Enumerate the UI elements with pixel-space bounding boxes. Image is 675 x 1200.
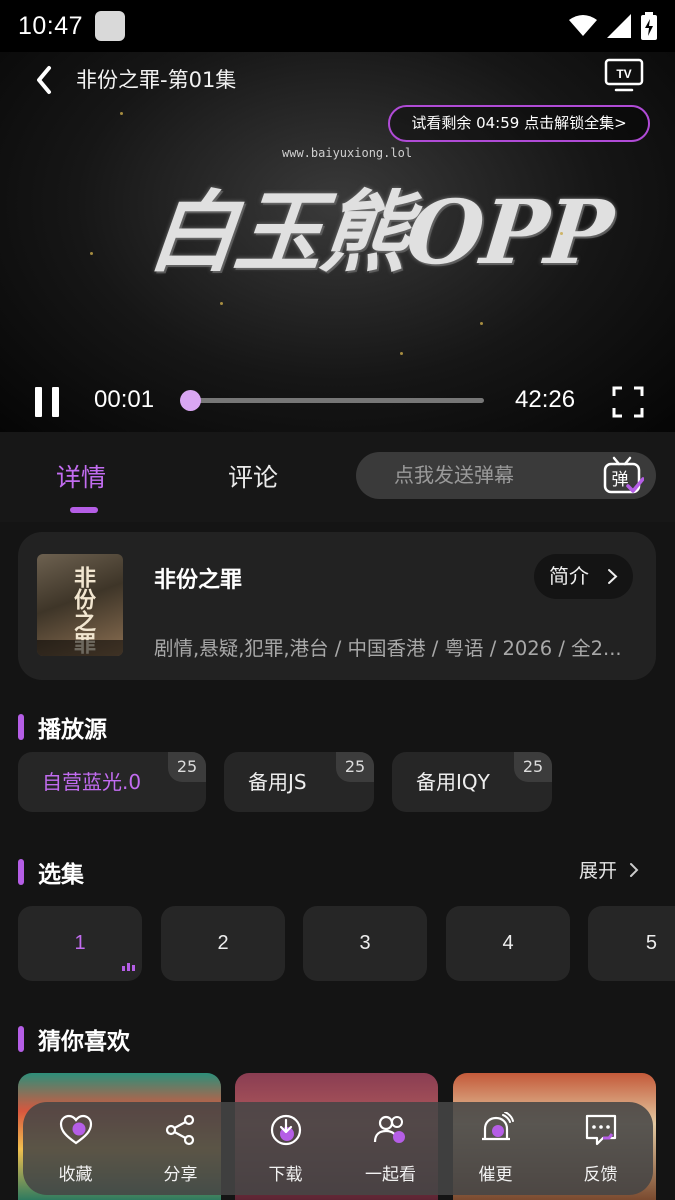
- svg-text:弹: 弹: [612, 470, 629, 490]
- tab-details[interactable]: 详情: [56, 458, 106, 494]
- show-title: 非份之罪: [154, 568, 243, 593]
- tab-active-indicator: [70, 507, 98, 513]
- signal-icon: [607, 14, 631, 38]
- sparkle: [400, 352, 403, 355]
- sources-header: 播放源: [18, 710, 107, 744]
- source-count-badge: 25: [168, 752, 206, 782]
- fullscreen-icon[interactable]: [612, 386, 644, 418]
- chevron-right-icon: [608, 569, 618, 584]
- section-accent-bar: [18, 859, 24, 885]
- urge-update-label: 催更: [478, 1165, 513, 1185]
- chevron-right-icon: [630, 862, 639, 877]
- favorite-label: 收藏: [58, 1165, 93, 1185]
- episode-item-1[interactable]: 1: [18, 906, 142, 981]
- favorite-button[interactable]: 收藏: [23, 1102, 128, 1195]
- feedback-label: 反馈: [583, 1165, 618, 1185]
- sparkle: [90, 252, 93, 255]
- share-label: 分享: [163, 1165, 198, 1185]
- progress-bar[interactable]: [180, 390, 484, 411]
- feedback-icon: [585, 1114, 616, 1146]
- episode-number: 5: [645, 932, 657, 954]
- show-poster[interactable]: 非份之罪: [37, 554, 123, 656]
- source-count-badge: 25: [336, 752, 374, 782]
- recommend-header: 猜你喜欢: [18, 1022, 130, 1056]
- trial-unlock-badge[interactable]: 试看剩余 04:59 点击解锁全集>: [388, 105, 650, 142]
- share-button[interactable]: 分享: [128, 1102, 233, 1195]
- show-meta: 剧情,悬疑,犯罪,港台 / 中国香港 / 粤语 / 2026 / 全2...: [154, 637, 622, 660]
- pause-icon: [35, 387, 42, 417]
- share-icon: [165, 1114, 194, 1146]
- section-accent-bar: [18, 1026, 24, 1052]
- video-player[interactable]: 非份之罪-第01集 TV 试看剩余 04:59 点击解锁全集> www.baiy…: [0, 52, 675, 432]
- status-time: 10:47: [18, 11, 84, 40]
- current-time: 00:01: [94, 386, 155, 413]
- bottom-action-bar: 收藏 分享 下载 一起看 催更 反馈: [23, 1102, 653, 1195]
- source-label: 自营蓝光.0: [42, 770, 142, 794]
- feedback-button[interactable]: 反馈: [548, 1102, 653, 1195]
- recommend-title: 猜你喜欢: [38, 1029, 130, 1055]
- expand-label: 展开: [579, 860, 618, 882]
- sources-title: 播放源: [38, 717, 107, 743]
- section-accent-bar: [18, 714, 24, 740]
- show-info-card: 非份之罪 非份之罪 简介 剧情,悬疑,犯罪,港台 / 中国香港 / 粤语 / 2…: [18, 532, 656, 680]
- intro-label: 简介: [549, 564, 589, 588]
- sparkle: [220, 302, 223, 305]
- intro-button[interactable]: 简介: [534, 554, 633, 599]
- episode-number: 2: [217, 932, 229, 954]
- status-indicators: [569, 12, 657, 40]
- danmaku-icon[interactable]: 弹: [602, 456, 644, 496]
- wifi-icon: [569, 15, 597, 36]
- cast-tv-icon[interactable]: TV: [604, 58, 644, 92]
- watch-together-button[interactable]: 一起看: [338, 1102, 443, 1195]
- video-logo: 白玉熊OPP: [143, 180, 616, 284]
- episodes-header: 选集: [18, 855, 84, 889]
- battery-icon: [641, 12, 657, 40]
- sparkle: [120, 112, 123, 115]
- source-label: 备用IQY: [416, 770, 490, 794]
- source-count-badge: 25: [514, 752, 552, 782]
- now-playing-icon: [122, 961, 136, 971]
- episodes-title: 选集: [38, 862, 84, 888]
- source-chip-selfhosted[interactable]: 自营蓝光.0 25: [18, 752, 206, 812]
- progress-handle[interactable]: [180, 390, 202, 411]
- episode-number: 3: [359, 932, 371, 954]
- episode-title: 非份之罪-第01集: [76, 68, 237, 92]
- episode-item-5[interactable]: 5: [588, 906, 675, 981]
- danmaku-placeholder: 点我发送弹幕: [394, 463, 514, 487]
- tabs-bar: 详情 评论 点我发送弹幕 弹: [0, 432, 675, 522]
- episode-number: 1: [74, 932, 86, 954]
- episode-item-3[interactable]: 3: [303, 906, 427, 981]
- app-notification-icon: [95, 11, 126, 41]
- download-label: 下载: [268, 1165, 303, 1185]
- sparkle: [560, 232, 563, 235]
- poster-caption-strip: [37, 640, 123, 656]
- svg-text:TV: TV: [616, 67, 631, 81]
- heart-icon: [59, 1114, 92, 1145]
- sparkle: [480, 322, 483, 325]
- download-button[interactable]: 下载: [233, 1102, 338, 1195]
- episode-item-2[interactable]: 2: [161, 906, 285, 981]
- episode-item-4[interactable]: 4: [446, 906, 570, 981]
- pause-button[interactable]: [34, 387, 60, 417]
- urge-update-button[interactable]: 催更: [443, 1102, 548, 1195]
- bell-icon: [481, 1112, 514, 1141]
- episode-number: 4: [502, 932, 514, 954]
- status-bar: 10:47: [0, 0, 675, 52]
- back-icon[interactable]: [30, 60, 58, 100]
- expand-episodes-link[interactable]: 展开: [579, 856, 639, 883]
- tab-comments[interactable]: 评论: [228, 458, 278, 494]
- source-chip-iqy[interactable]: 备用IQY 25: [392, 752, 552, 812]
- watch-together-icon: [373, 1115, 405, 1143]
- total-time: 42:26: [515, 386, 576, 413]
- danmaku-input[interactable]: 点我发送弹幕 弹: [356, 452, 656, 499]
- video-watermark: www.baiyuxiong.lol: [282, 146, 413, 160]
- watch-together-label: 一起看: [365, 1165, 416, 1185]
- pause-icon-bar: [52, 387, 59, 417]
- source-label: 备用JS: [248, 770, 307, 794]
- download-icon: [270, 1114, 301, 1146]
- source-chip-js[interactable]: 备用JS 25: [224, 752, 374, 812]
